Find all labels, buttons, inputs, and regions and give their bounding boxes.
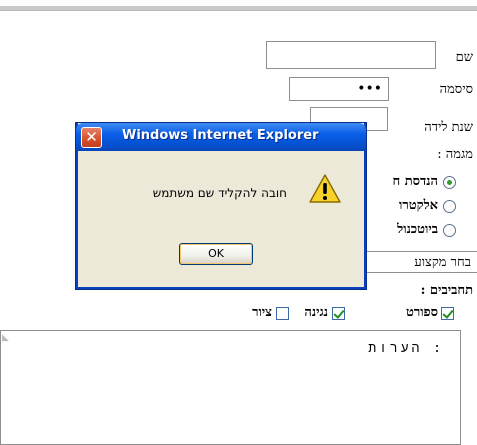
profession-select[interactable]: בחר מקצוע [359,251,477,273]
hobbies-label: תחביבים : [420,283,473,298]
hobby-sport-checkbox[interactable] [441,307,454,320]
major-option-1: הנדסת ח [392,174,439,189]
password-value: ••• [357,81,382,97]
ok-button[interactable]: OK [179,243,253,265]
hobby-music-checkbox[interactable] [332,307,345,320]
birth-year-label: שנת לידה [424,120,473,135]
hobby-sport-label: ספורט [405,305,438,320]
hobby-drawing-label: ציור [252,305,272,320]
profession-select-value: בחר מקצוע [414,255,471,270]
major-radio-2[interactable] [443,200,456,213]
major-option-2: אלקטרו [399,198,438,213]
notes-label: : הערות [368,341,444,356]
password-field[interactable]: ••• [289,77,389,101]
password-label: סיסמה [439,82,473,97]
close-icon[interactable]: ✕ [81,127,102,148]
hobby-music-label: נגינה [304,305,328,320]
textarea-resize-icon: ◣ [2,333,9,343]
hobby-drawing-checkbox[interactable] [276,307,289,320]
major-label: מגמה : [437,147,473,162]
major-radio-3[interactable] [443,224,456,237]
major-option-3: ביוטכנול [397,222,438,237]
notes-textarea[interactable]: ◣ : הערות [0,330,461,445]
warning-icon [309,174,341,203]
alert-dialog: ✕ Windows Internet Explorer חובה להקליד … [76,123,366,289]
dialog-message: חובה להקליד שם משתמש [152,186,287,200]
name-field[interactable] [266,41,436,69]
dialog-title: Windows Internet Explorer [122,128,319,143]
dialog-titlebar[interactable]: ✕ Windows Internet Explorer [76,123,366,151]
major-radio-1[interactable] [443,176,456,189]
name-label: שם [455,50,473,65]
